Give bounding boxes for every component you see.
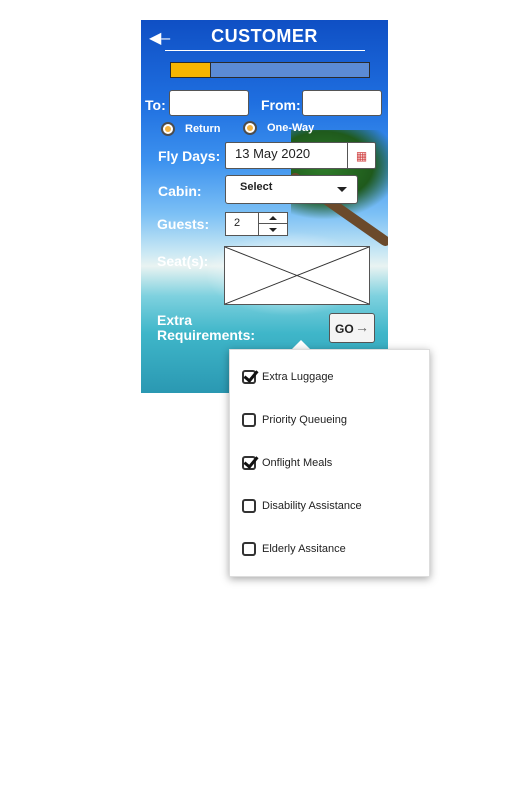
- checkbox-disability-assistance[interactable]: [242, 499, 256, 513]
- arrow-right-icon: →: [355, 319, 369, 335]
- requirement-option[interactable]: Onflight Meals: [242, 453, 332, 473]
- checkbox-elderly-assistance[interactable]: [242, 542, 256, 556]
- checkbox-onflight-meals[interactable]: [242, 456, 256, 470]
- guests-label: Guests:: [157, 216, 210, 232]
- calendar-icon[interactable]: ▦: [347, 143, 375, 168]
- stepper-buttons: [258, 212, 288, 236]
- go-label: GO: [335, 322, 354, 336]
- booking-card: ◀– CUSTOMER To: From: Return One-Way Fly…: [141, 20, 388, 393]
- requirement-option[interactable]: Extra Luggage: [242, 367, 334, 387]
- chevron-down-icon: [269, 227, 277, 232]
- requirement-label: Onflight Meals: [262, 457, 333, 469]
- to-label: To:: [145, 97, 166, 113]
- requirement-label: Disability Assistance: [262, 500, 362, 512]
- requirement-label: Extra Luggage: [262, 371, 334, 383]
- fly-days-datepicker[interactable]: 13 May 2020 ▦: [225, 142, 376, 169]
- checkbox-priority-queueing[interactable]: [242, 413, 256, 427]
- title-divider: [165, 50, 365, 51]
- go-button[interactable]: GO →: [329, 313, 375, 343]
- requirements-popup: Extra Luggage Priority Queueing Onflight…: [229, 349, 430, 577]
- requirement-option[interactable]: Disability Assistance: [242, 496, 362, 516]
- requirement-label: Priority Queueing: [262, 414, 347, 426]
- requirement-option[interactable]: Priority Queueing: [242, 410, 347, 430]
- extra-requirements-label: Extra Requirements:: [157, 312, 256, 343]
- fly-days-label: Fly Days:: [158, 148, 221, 164]
- from-label: From:: [261, 97, 301, 113]
- guests-stepper[interactable]: 2: [225, 212, 288, 236]
- page-title: CUSTOMER: [211, 26, 318, 46]
- to-input[interactable]: [169, 90, 249, 116]
- cabin-label: Cabin:: [158, 183, 202, 199]
- chevron-down-icon: [337, 187, 347, 192]
- cabin-selected-value: Select: [240, 181, 273, 193]
- fly-days-value: 13 May 2020: [235, 146, 311, 161]
- seats-label: Seat(s):: [157, 253, 209, 269]
- guests-value: 2: [234, 217, 241, 229]
- progress-bar: [170, 62, 370, 78]
- requirement-option[interactable]: Elderly Assitance: [242, 539, 346, 559]
- from-input[interactable]: [302, 90, 382, 116]
- popup-pointer: [292, 340, 310, 349]
- progress-fill: [171, 63, 211, 77]
- requirement-label: Elderly Assitance: [262, 543, 346, 555]
- seat-map-placeholder[interactable]: [224, 246, 370, 305]
- one-way-label: One-Way: [267, 122, 315, 134]
- image-placeholder-icon: [224, 246, 370, 305]
- chevron-up-icon: [269, 216, 277, 220]
- increment-button[interactable]: [259, 213, 287, 224]
- decrement-button[interactable]: [259, 224, 287, 235]
- return-radio[interactable]: [161, 122, 175, 136]
- checkbox-extra-luggage[interactable]: [242, 370, 256, 384]
- cabin-select[interactable]: Select: [225, 175, 358, 204]
- return-label: Return: [185, 123, 221, 135]
- one-way-radio[interactable]: [243, 121, 257, 135]
